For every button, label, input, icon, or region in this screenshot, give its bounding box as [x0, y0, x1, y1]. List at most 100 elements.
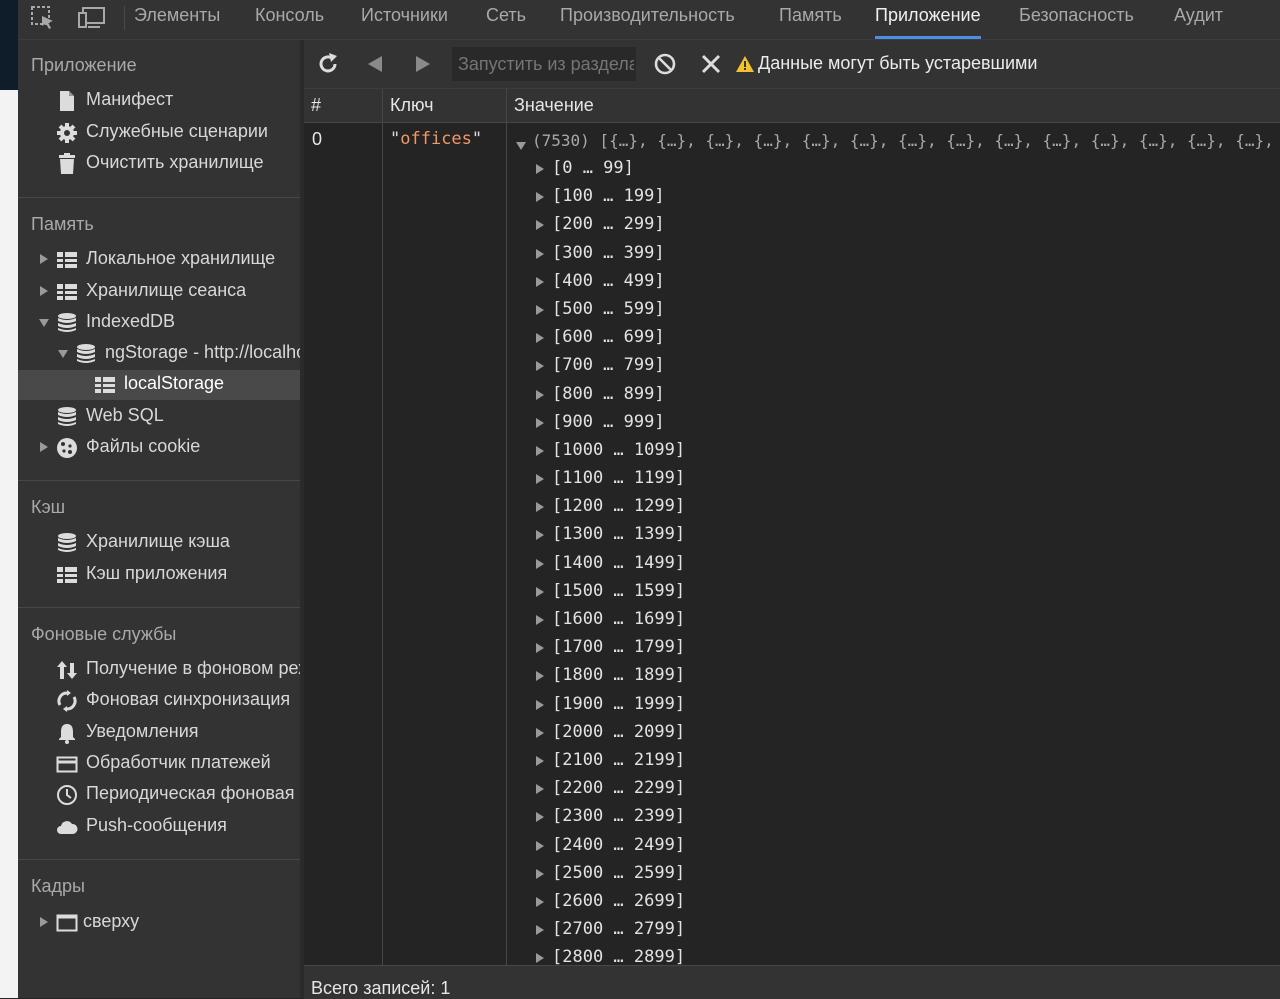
start-from-key-input[interactable]: [452, 47, 636, 81]
expand-arrow-icon[interactable]: [536, 727, 544, 738]
window-icon: [56, 912, 78, 934]
sidebar-item-manifest[interactable]: Манифест: [18, 86, 300, 116]
table-header: # Ключ Значение: [304, 89, 1280, 123]
column-header-value[interactable]: Значение: [514, 89, 594, 122]
tab-audits[interactable]: Аудит: [1174, 0, 1223, 39]
expand-arrow-icon[interactable]: [536, 389, 544, 400]
sidebar-item-periodic-background-sync[interactable]: Периодическая фоновая синхронизация: [18, 780, 300, 810]
expand-arrow-icon[interactable]: [40, 442, 48, 452]
device-toolbar-icon[interactable]: [78, 5, 105, 31]
expand-arrow-icon[interactable]: [536, 925, 544, 936]
sidebar-item-cookies[interactable]: Файлы cookie: [18, 433, 300, 463]
sidebar-item-local-storage[interactable]: Локальное хранилище: [18, 245, 300, 275]
collapse-arrow-icon[interactable]: [39, 319, 49, 327]
array-range-label: [100 … 199]: [552, 186, 665, 207]
table-grid-icon: [56, 281, 78, 303]
expand-arrow-icon[interactable]: [536, 445, 544, 456]
expand-arrow-icon[interactable]: [536, 220, 544, 231]
tab-security[interactable]: Безопасность: [1019, 0, 1134, 39]
expand-arrow-icon[interactable]: [536, 474, 544, 485]
expand-arrow-icon[interactable]: [536, 530, 544, 541]
expand-arrow-icon[interactable]: [536, 361, 544, 372]
sidebar-item-cache-storage[interactable]: Хранилище кэша: [18, 528, 300, 558]
expand-arrow-icon[interactable]: [536, 840, 544, 851]
expand-arrow-icon[interactable]: [536, 248, 544, 259]
row-key-cell[interactable]: "offices": [390, 129, 482, 149]
tab-performance[interactable]: Производительность: [560, 0, 735, 39]
tab-sources[interactable]: Источники: [361, 0, 448, 39]
tab-memory[interactable]: Память: [779, 0, 842, 39]
expand-arrow-icon[interactable]: [536, 671, 544, 682]
sidebar-item-localstorage-store[interactable]: localStorage: [18, 370, 300, 400]
sidebar-item-background-sync[interactable]: Фоновая синхронизация: [18, 686, 300, 716]
sidebar-item-label: Обработчик платежей: [86, 752, 271, 772]
sidebar-item-ngstorage-db[interactable]: ngStorage - http://localhost: [18, 339, 300, 369]
warning-text: Данные могут быть устаревшими: [758, 53, 1038, 73]
sidebar-item-session-storage[interactable]: Хранилище сеанса: [18, 277, 300, 307]
expand-arrow-icon[interactable]: [40, 917, 48, 927]
expand-arrow-icon[interactable]: [536, 615, 544, 625]
sidebar-item-notifications[interactable]: Уведомления: [18, 718, 300, 748]
expand-arrow-icon[interactable]: [536, 812, 544, 823]
column-divider[interactable]: [382, 89, 383, 965]
column-header-key[interactable]: Ключ: [390, 89, 433, 122]
inspect-element-icon[interactable]: [30, 5, 56, 31]
tab-network[interactable]: Сеть: [486, 0, 526, 39]
expand-arrow-icon[interactable]: [536, 304, 544, 315]
expand-arrow-icon[interactable]: [536, 953, 544, 964]
sidebar-item-clear-storage[interactable]: Очистить хранилище: [18, 149, 300, 179]
expand-arrow-icon[interactable]: [536, 699, 544, 710]
expand-arrow-icon[interactable]: [536, 417, 544, 428]
tab-console[interactable]: Консоль: [255, 0, 324, 39]
expand-arrow-icon[interactable]: [40, 286, 48, 296]
sidebar-item-background-fetch[interactable]: Получение в фоновом режиме: [18, 655, 300, 685]
section-divider: [18, 859, 300, 860]
sidebar-item-service-workers[interactable]: Служебные сценарии: [18, 118, 300, 148]
expand-arrow-icon[interactable]: [536, 164, 544, 174]
sidebar-item-label: Файлы cookie: [86, 436, 201, 456]
collapse-arrow-icon[interactable]: [516, 142, 526, 150]
expand-arrow-icon[interactable]: [536, 333, 544, 344]
expand-arrow-icon[interactable]: [536, 643, 544, 654]
expand-arrow-icon[interactable]: [536, 896, 544, 907]
refresh-icon[interactable]: [316, 52, 340, 76]
row-index-cell[interactable]: 0: [312, 129, 322, 150]
column-divider[interactable]: [506, 89, 507, 965]
column-header-index[interactable]: #: [311, 89, 321, 122]
array-range-label: [1900 … 1999]: [552, 693, 686, 714]
array-range-label: [300 … 399]: [552, 242, 665, 263]
sidebar-item-application-cache[interactable]: Кэш приложения: [18, 560, 300, 590]
sidebar-item-web-sql[interactable]: Web SQL: [18, 402, 300, 432]
expand-arrow-icon[interactable]: [536, 586, 544, 597]
sidebar-item-indexeddb[interactable]: IndexedDB: [18, 308, 300, 338]
collapse-arrow-icon[interactable]: [58, 350, 68, 358]
expand-arrow-icon[interactable]: [536, 755, 544, 766]
sidebar-item-label: Локальное хранилище: [86, 248, 276, 268]
section-divider: [18, 480, 300, 481]
delete-selected-icon[interactable]: [699, 52, 723, 76]
expand-arrow-icon[interactable]: [536, 502, 544, 513]
next-page-icon[interactable]: [410, 52, 434, 76]
page-background: [0, 0, 18, 998]
sidebar-item-payment-handler[interactable]: Обработчик платежей: [18, 749, 300, 779]
expand-arrow-icon[interactable]: [536, 558, 544, 569]
expand-arrow-icon[interactable]: [536, 868, 544, 879]
sidebar-item-label: Фоновая синхронизация: [86, 689, 291, 709]
array-range-label: [2600 … 2699]: [552, 890, 686, 911]
sidebar-item-label: Хранилище сеанса: [86, 280, 247, 300]
previous-page-icon[interactable]: [364, 52, 388, 76]
expand-arrow-icon[interactable]: [536, 276, 544, 287]
sidebar-item-push-messaging[interactable]: Push-сообщения: [18, 812, 300, 842]
expand-arrow-icon[interactable]: [536, 784, 544, 795]
sidebar-item-label: Получение в фоновом режиме: [86, 658, 300, 678]
clear-object-store-icon[interactable]: [653, 52, 677, 76]
tab-elements[interactable]: Элементы: [134, 0, 220, 39]
credit-card-icon: [56, 753, 78, 775]
sidebar-item-top-frame[interactable]: сверху: [18, 908, 300, 938]
tab-application[interactable]: Приложение: [875, 0, 981, 39]
expand-arrow-icon[interactable]: [536, 192, 544, 203]
array-range-label: [800 … 899]: [552, 383, 665, 404]
sidebar-item-label: Уведомления: [86, 721, 199, 741]
array-range-label: [1500 … 1599]: [552, 580, 686, 601]
expand-arrow-icon[interactable]: [40, 254, 48, 264]
